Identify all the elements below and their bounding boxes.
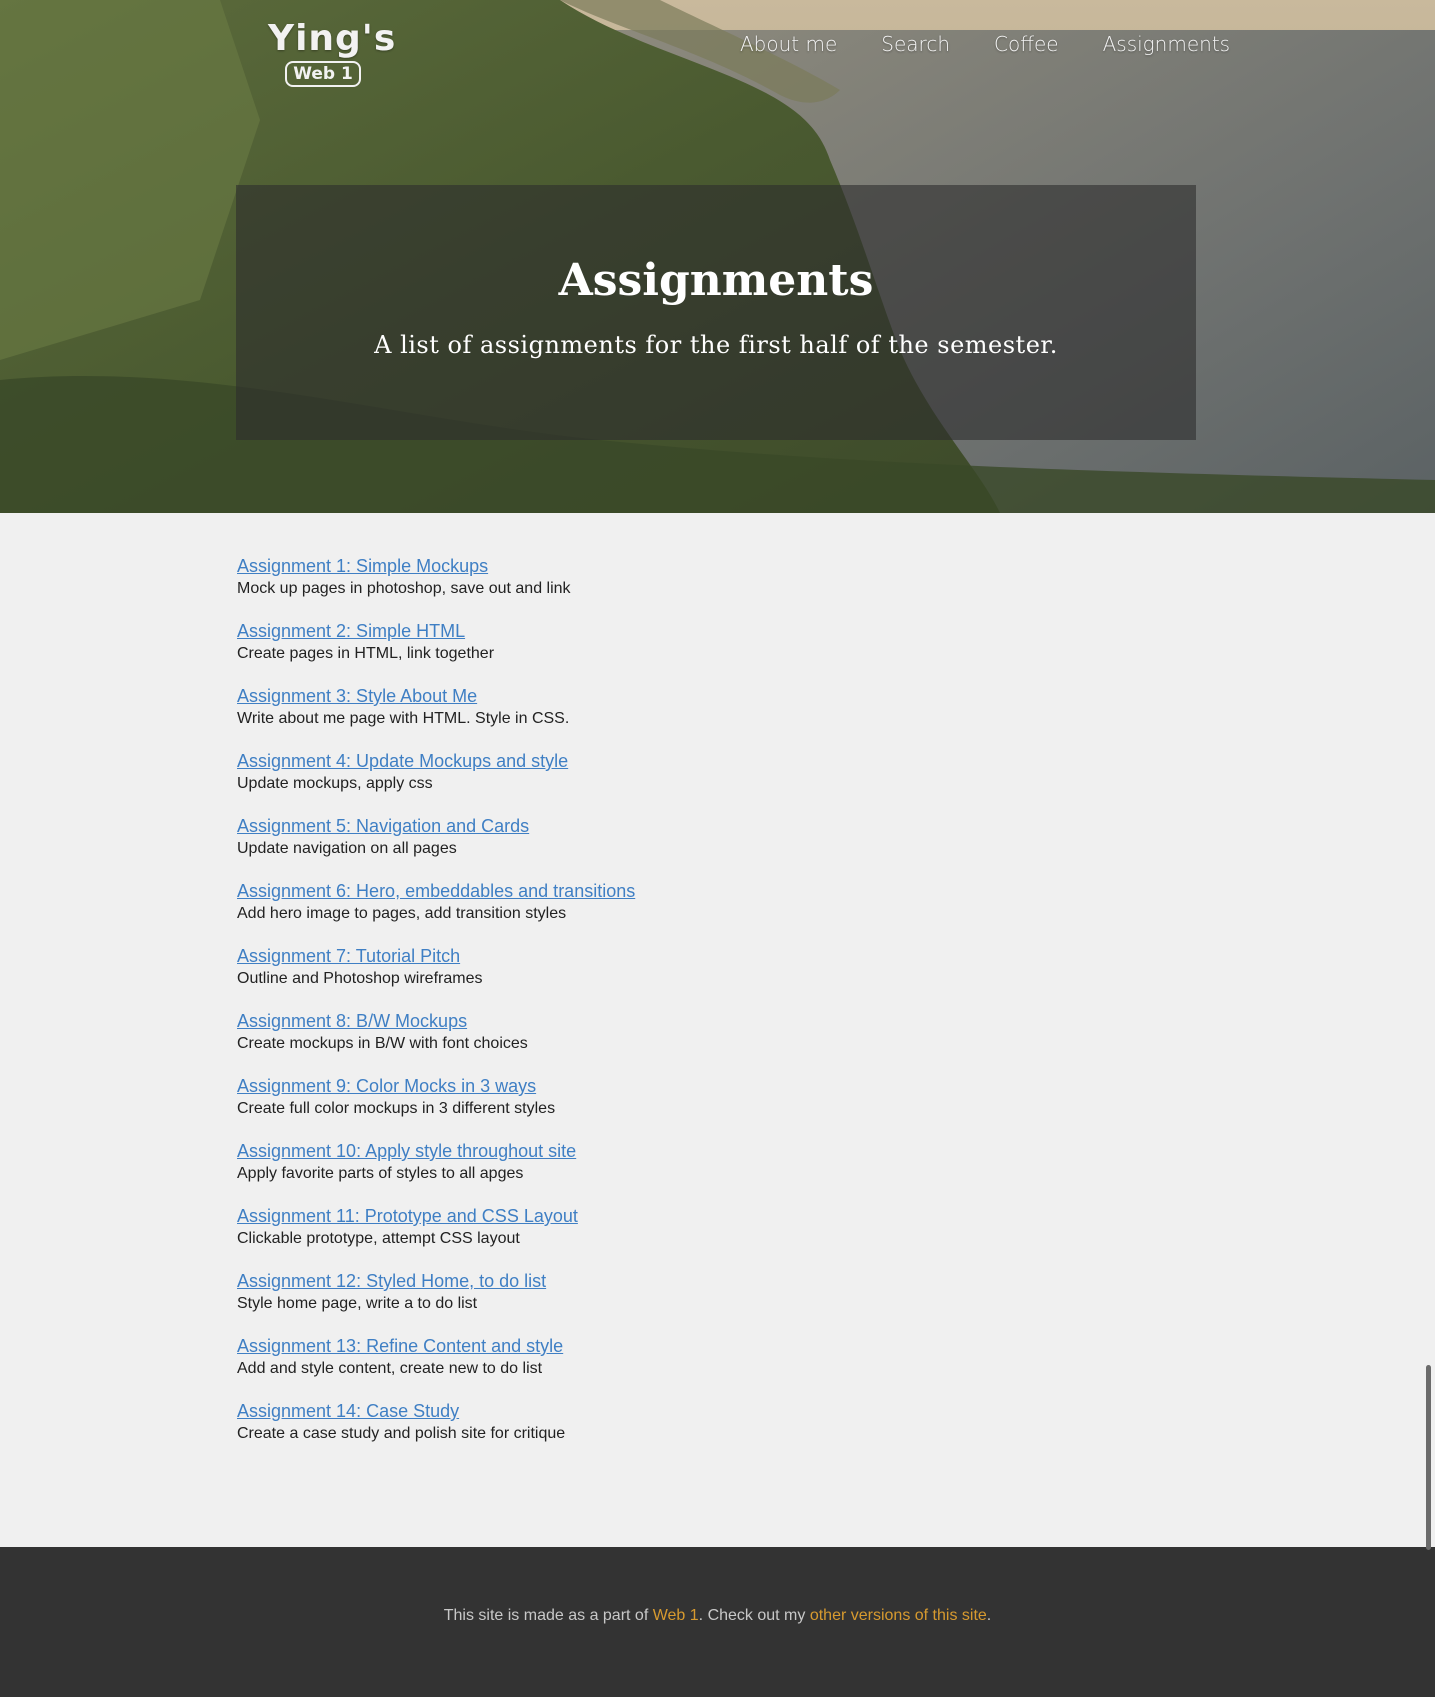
assignment-item: Assignment 4: Update Mockups and style U… bbox=[237, 750, 1137, 794]
assignment-item: Assignment 13: Refine Content and style … bbox=[237, 1335, 1137, 1379]
assignment-link[interactable]: Assignment 13: Refine Content and style bbox=[237, 1335, 1137, 1357]
scrollbar[interactable] bbox=[1426, 1365, 1431, 1550]
footer-text-after: . bbox=[986, 1607, 992, 1624]
assignment-description: Update navigation on all pages bbox=[237, 840, 457, 857]
footer-web1-link[interactable]: Web 1 bbox=[653, 1607, 699, 1624]
assignment-description: Clickable prototype, attempt CSS layout bbox=[237, 1230, 520, 1247]
footer-text-before: This site is made as a part of bbox=[443, 1607, 653, 1624]
hero-banner: Ying's Web 1 About me Search Coffee Assi… bbox=[0, 0, 1435, 513]
assignment-item: Assignment 10: Apply style throughout si… bbox=[237, 1140, 1137, 1184]
assignment-link[interactable]: Assignment 8: B/W Mockups bbox=[237, 1010, 1137, 1032]
assignment-item: Assignment 1: Simple Mockups Mock up pag… bbox=[237, 555, 1137, 599]
nav-search[interactable]: Search bbox=[881, 32, 950, 56]
assignment-item: Assignment 11: Prototype and CSS Layout … bbox=[237, 1205, 1137, 1249]
assignment-description: Update mockups, apply css bbox=[237, 775, 433, 792]
assignment-link[interactable]: Assignment 12: Styled Home, to do list bbox=[237, 1270, 1137, 1292]
assignment-link[interactable]: Assignment 5: Navigation and Cards bbox=[237, 815, 1137, 837]
nav-coffee[interactable]: Coffee bbox=[994, 32, 1059, 56]
page-title: Assignments bbox=[558, 255, 874, 306]
page-subtitle: A list of assignments for the first half… bbox=[374, 331, 1058, 360]
assignment-description: Create a case study and polish site for … bbox=[237, 1425, 566, 1442]
assignment-description: Create pages in HTML, link together bbox=[237, 645, 495, 662]
hero-text-box: Assignments A list of assignments for th… bbox=[236, 185, 1196, 440]
logo-badge: Web 1 bbox=[285, 61, 361, 87]
assignment-item: Assignment 5: Navigation and Cards Updat… bbox=[237, 815, 1137, 859]
assignment-description: Add and style content, create new to do … bbox=[237, 1360, 543, 1377]
assignment-description: Outline and Photoshop wireframes bbox=[237, 970, 483, 987]
main-navigation: About me Search Coffee Assignments bbox=[740, 32, 1274, 56]
assignment-item: Assignment 9: Color Mocks in 3 ways Crea… bbox=[237, 1075, 1137, 1119]
assignment-item: Assignment 2: Simple HTML Create pages i… bbox=[237, 620, 1137, 664]
assignment-description: Write about me page with HTML. Style in … bbox=[237, 710, 570, 727]
assignment-link[interactable]: Assignment 10: Apply style throughout si… bbox=[237, 1140, 1137, 1162]
footer-text-middle: . Check out my bbox=[698, 1607, 810, 1624]
assignment-description: Mock up pages in photoshop, save out and… bbox=[237, 580, 571, 597]
footer-text: This site is made as a part of Web 1. Ch… bbox=[0, 1607, 1435, 1625]
site-footer: This site is made as a part of Web 1. Ch… bbox=[0, 1547, 1435, 1697]
assignment-link[interactable]: Assignment 3: Style About Me bbox=[237, 685, 1137, 707]
footer-other-versions-link[interactable]: other versions of this site bbox=[810, 1607, 987, 1624]
assignment-description: Create mockups in B/W with font choices bbox=[237, 1035, 528, 1052]
assignment-description: Add hero image to pages, add transition … bbox=[237, 905, 567, 922]
assignment-item: Assignment 14: Case Study Create a case … bbox=[237, 1400, 1137, 1444]
assignment-item: Assignment 12: Styled Home, to do list S… bbox=[237, 1270, 1137, 1314]
assignment-item: Assignment 8: B/W Mockups Create mockups… bbox=[237, 1010, 1137, 1054]
assignment-link[interactable]: Assignment 14: Case Study bbox=[237, 1400, 1137, 1422]
assignment-list: Assignment 1: Simple Mockups Mock up pag… bbox=[237, 555, 1137, 1465]
nav-assignments[interactable]: Assignments bbox=[1103, 32, 1230, 56]
logo-title: Ying's bbox=[268, 18, 397, 59]
assignment-link[interactable]: Assignment 2: Simple HTML bbox=[237, 620, 1137, 642]
assignment-description: Create full color mockups in 3 different… bbox=[237, 1100, 556, 1117]
assignment-link[interactable]: Assignment 1: Simple Mockups bbox=[237, 555, 1137, 577]
assignment-link[interactable]: Assignment 11: Prototype and CSS Layout bbox=[237, 1205, 1137, 1227]
nav-about-me[interactable]: About me bbox=[740, 32, 837, 56]
assignment-description: Style home page, write a to do list bbox=[237, 1295, 478, 1312]
assignment-description: Apply favorite parts of styles to all ap… bbox=[237, 1165, 524, 1182]
site-logo[interactable]: Ying's Web 1 bbox=[268, 18, 397, 87]
assignment-link[interactable]: Assignment 4: Update Mockups and style bbox=[237, 750, 1137, 772]
assignment-link[interactable]: Assignment 6: Hero, embeddables and tran… bbox=[237, 880, 1137, 902]
assignment-link[interactable]: Assignment 9: Color Mocks in 3 ways bbox=[237, 1075, 1137, 1097]
assignment-item: Assignment 7: Tutorial Pitch Outline and… bbox=[237, 945, 1137, 989]
assignment-link[interactable]: Assignment 7: Tutorial Pitch bbox=[237, 945, 1137, 967]
assignment-item: Assignment 6: Hero, embeddables and tran… bbox=[237, 880, 1137, 924]
assignment-item: Assignment 3: Style About Me Write about… bbox=[237, 685, 1137, 729]
